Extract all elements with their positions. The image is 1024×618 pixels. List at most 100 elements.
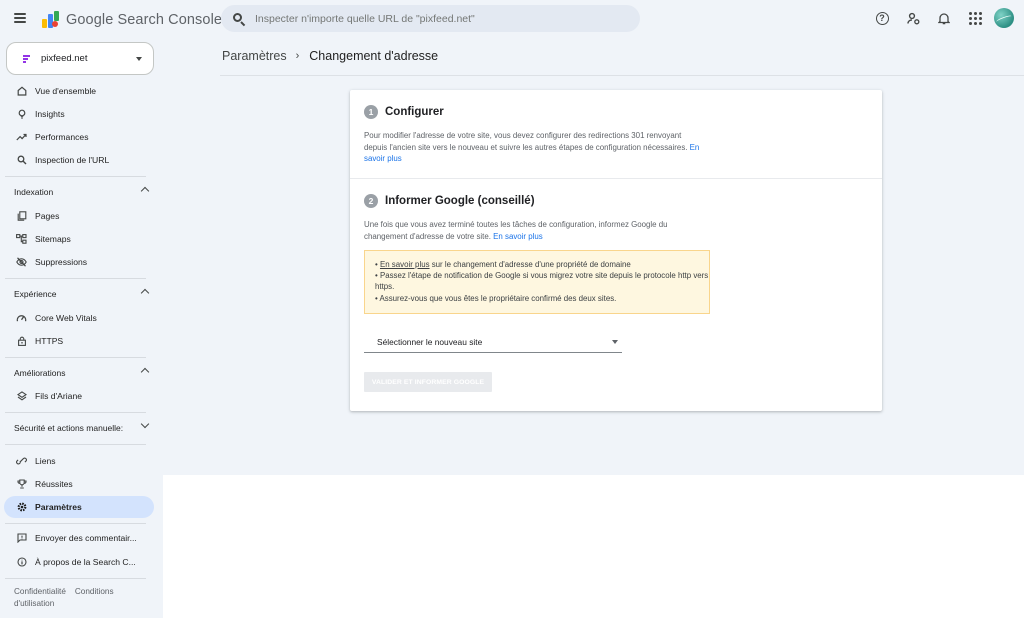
sidebar-item-insights[interactable]: Insights bbox=[4, 103, 154, 125]
avatar[interactable] bbox=[994, 8, 1014, 28]
new-site-select[interactable]: Sélectionner le nouveau site bbox=[364, 331, 622, 353]
card-divider bbox=[350, 178, 882, 179]
info-icon bbox=[16, 557, 27, 568]
property-selector[interactable]: pixfeed.net bbox=[6, 42, 154, 75]
help-icon[interactable]: ? bbox=[872, 8, 892, 28]
search-input[interactable] bbox=[255, 12, 615, 25]
section-security[interactable]: Sécurité et actions manuelle: bbox=[0, 417, 163, 439]
section-title: Indexation bbox=[14, 187, 54, 197]
sitemap-icon bbox=[16, 234, 27, 245]
sidebar-item-label: Vue d'ensemble bbox=[35, 86, 97, 96]
property-name: pixfeed.net bbox=[41, 53, 88, 64]
sidebar-item-about[interactable]: À propos de la Search C... bbox=[4, 551, 154, 573]
privacy-link[interactable]: Confidentialité bbox=[14, 587, 66, 596]
breadcrumb-parent[interactable]: Paramètres bbox=[222, 49, 287, 63]
learn-more-link[interactable]: En savoir plus bbox=[493, 232, 543, 241]
settings-icon bbox=[16, 502, 27, 513]
sidebar-item-performances[interactable]: Performances bbox=[4, 126, 154, 148]
step-text: Pour modifier l'adresse de votre site, v… bbox=[364, 131, 688, 152]
sidebar-divider bbox=[5, 444, 146, 445]
sidebar-item-sitemaps[interactable]: Sitemaps bbox=[4, 228, 154, 250]
sidebar-item-label: Suppressions bbox=[35, 257, 88, 267]
step-inform-header: 2 Informer Google (conseillé) bbox=[364, 194, 535, 208]
change-of-address-card: 1 Configurer Pour modifier l'adresse de … bbox=[350, 90, 882, 411]
chevron-up-icon bbox=[140, 288, 150, 298]
sidebar-item-achievements[interactable]: Réussites bbox=[4, 473, 154, 495]
step-title: Configurer bbox=[385, 106, 444, 118]
sidebar-item-label: Insights bbox=[35, 109, 65, 119]
main-content: Paramètres › Changement d'adresse 1 Conf… bbox=[163, 40, 1024, 475]
admin-icon[interactable] bbox=[903, 8, 923, 28]
step-number: 2 bbox=[364, 194, 378, 208]
app-logo[interactable]: Google Search Console bbox=[40, 10, 222, 30]
notice-line: • En savoir plus sur le changement d'adr… bbox=[375, 260, 631, 269]
section-indexation[interactable]: Indexation bbox=[0, 181, 163, 203]
empty-area bbox=[163, 475, 1024, 618]
apps-icon[interactable] bbox=[965, 8, 985, 28]
sidebar-item-label: Inspection de l'URL bbox=[35, 155, 110, 165]
top-bar: Google Search Console ? bbox=[0, 0, 1024, 40]
search-icon bbox=[16, 155, 27, 166]
url-inspection-search[interactable] bbox=[221, 5, 640, 32]
sidebar-item-core-web-vitals[interactable]: Core Web Vitals bbox=[4, 307, 154, 329]
lightbulb-icon bbox=[16, 109, 27, 120]
sidebar-divider bbox=[5, 578, 146, 579]
notice-text: sur le changement d'adresse d'une propri… bbox=[429, 260, 631, 269]
sidebar-item-label: Réussites bbox=[35, 479, 73, 489]
pages-icon bbox=[16, 211, 27, 222]
sidebar-footer: Confidentialité Conditions d'utilisation bbox=[14, 586, 154, 610]
validate-and-inform-button[interactable]: VALIDER ET INFORMER GOOGLE bbox=[364, 372, 492, 392]
section-title: Sécurité et actions manuelle: bbox=[14, 423, 124, 433]
bell-icon[interactable] bbox=[934, 8, 954, 28]
sidebar-item-label: Liens bbox=[35, 456, 56, 466]
sidebar-item-feedback[interactable]: Envoyer des commentair... bbox=[4, 527, 154, 549]
sidebar-item-overview[interactable]: Vue d'ensemble bbox=[4, 80, 154, 102]
domain-property-notice: • En savoir plus sur le changement d'adr… bbox=[364, 250, 710, 314]
page-title: Changement d'adresse bbox=[309, 49, 439, 63]
property-icon bbox=[21, 54, 31, 64]
sidebar-divider bbox=[5, 412, 146, 413]
link-icon bbox=[16, 456, 27, 467]
sidebar-divider bbox=[5, 357, 146, 358]
sidebar-item-label: Sitemaps bbox=[35, 234, 71, 244]
sidebar-item-label: Core Web Vitals bbox=[35, 313, 97, 323]
sidebar-divider bbox=[5, 176, 146, 177]
sidebar-item-settings[interactable]: Paramètres bbox=[4, 496, 154, 518]
sidebar-item-label: HTTPS bbox=[35, 336, 64, 346]
speed-icon bbox=[16, 313, 27, 324]
home-icon bbox=[16, 86, 27, 97]
section-title: Expérience bbox=[14, 289, 57, 299]
sidebar-divider bbox=[5, 278, 146, 279]
breadcrumb-separator: › bbox=[295, 50, 300, 62]
notice-line: • Assurez-vous que vous êtes le propriét… bbox=[375, 293, 617, 303]
chevron-up-icon bbox=[140, 186, 150, 196]
section-enhancements[interactable]: Améliorations bbox=[0, 362, 163, 384]
header-divider bbox=[220, 75, 1024, 76]
step-inform-description: Une fois que vous avez terminé toutes le… bbox=[364, 219, 704, 242]
sidebar-item-removals[interactable]: Suppressions bbox=[4, 251, 154, 273]
sidebar-item-url-inspection[interactable]: Inspection de l'URL bbox=[4, 149, 154, 171]
section-title: Améliorations bbox=[14, 368, 66, 378]
chevron-down-icon bbox=[612, 340, 618, 344]
sidebar-item-pages[interactable]: Pages bbox=[4, 205, 154, 227]
trending-icon bbox=[16, 132, 27, 143]
sidebar-item-label: Performances bbox=[35, 132, 89, 142]
sidebar-item-breadcrumbs[interactable]: Fils d'Ariane bbox=[4, 385, 154, 407]
sidebar-item-label: Envoyer des commentair... bbox=[35, 533, 137, 543]
menu-icon[interactable] bbox=[14, 13, 26, 23]
chevron-down-icon bbox=[136, 57, 142, 61]
notice-learn-more-link[interactable]: En savoir plus bbox=[380, 260, 430, 269]
sidebar-item-links[interactable]: Liens bbox=[4, 450, 154, 472]
sidebar-item-label: À propos de la Search C... bbox=[35, 557, 136, 567]
app-title: Google Search Console bbox=[66, 12, 223, 28]
sidebar-item-https[interactable]: HTTPS bbox=[4, 330, 154, 352]
select-label: Sélectionner le nouveau site bbox=[377, 336, 483, 347]
search-icon bbox=[233, 12, 246, 26]
sidebar-item-label: Fils d'Ariane bbox=[35, 391, 83, 401]
trophy-icon bbox=[16, 479, 27, 490]
step-title: Informer Google (conseillé) bbox=[385, 195, 535, 207]
chevron-down-icon bbox=[140, 419, 150, 429]
sidebar: pixfeed.net Vue d'ensemble Insights Perf… bbox=[0, 40, 163, 618]
layers-icon bbox=[16, 391, 27, 402]
section-experience[interactable]: Expérience bbox=[0, 283, 163, 305]
